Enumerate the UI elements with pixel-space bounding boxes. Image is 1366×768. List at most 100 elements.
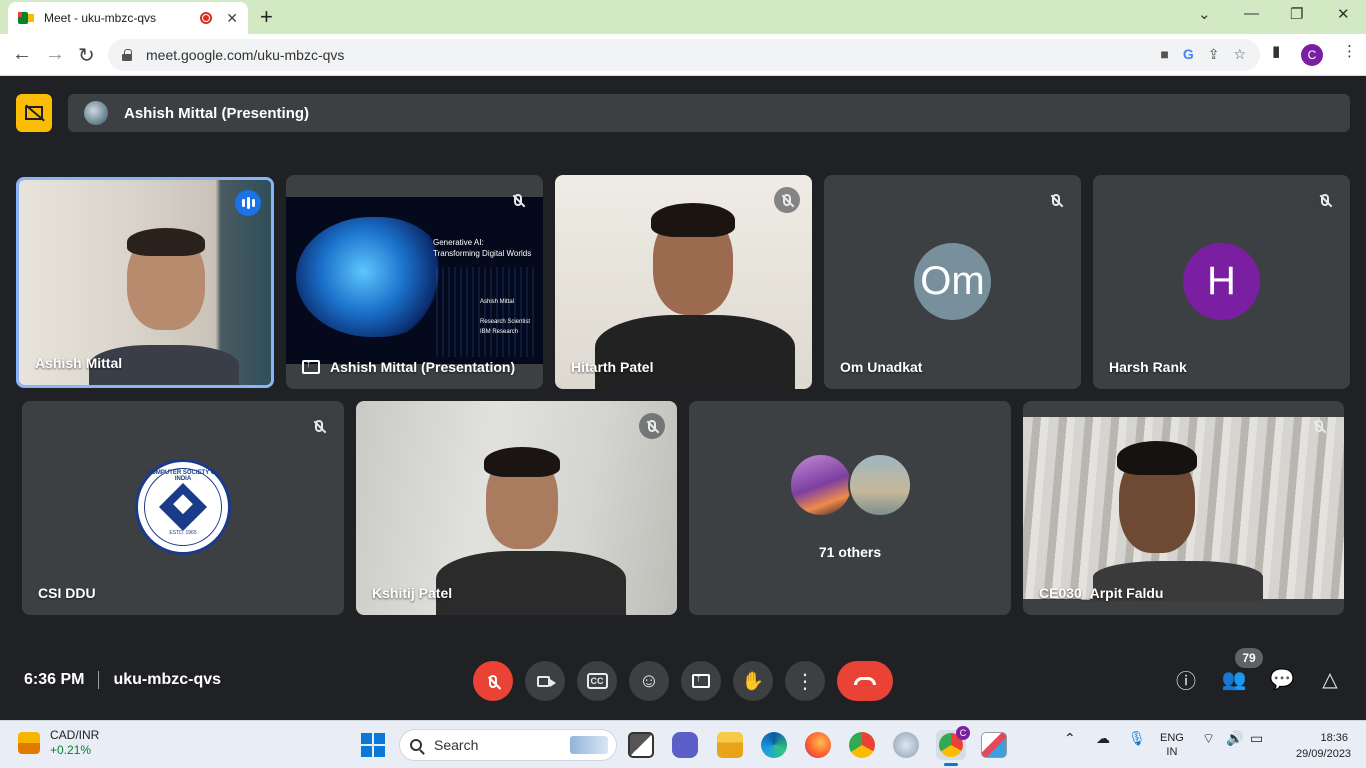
volume-muted-icon <box>505 187 531 213</box>
present-now-button[interactable] <box>681 661 721 701</box>
captions-button[interactable]: CC <box>577 661 617 701</box>
forward-button[interactable]: → <box>45 43 65 66</box>
settings-app-icon[interactable] <box>893 732 919 758</box>
search-icon <box>410 739 422 751</box>
microphone-in-use-icon[interactable]: 🎙 <box>1128 731 1146 745</box>
google-lens-icon[interactable]: G <box>1183 46 1194 63</box>
csi-logo: COMPUTER SOCIETY OF INDIA ESTD. 1965 <box>135 459 231 555</box>
chrome-icon[interactable] <box>849 732 875 758</box>
slide-presenter-info: Ashish Mittal Research Scientist IBM Resea… <box>480 297 530 337</box>
start-button[interactable] <box>361 733 385 757</box>
brain-graphic <box>296 217 446 337</box>
participant-tile-hitarth[interactable]: Hitarth Patel <box>555 175 812 389</box>
participant-name: CE030_Arpit Faldu <box>1039 585 1164 601</box>
profile-avatar[interactable]: C <box>1301 44 1323 66</box>
teams-chat-icon[interactable] <box>672 732 698 758</box>
taskbar-search[interactable]: Search <box>399 729 617 761</box>
participant-name: Harsh Rank <box>1109 359 1187 375</box>
participant-tile-presentation[interactable]: Generative AI: Transforming Digital World… <box>286 175 543 389</box>
csi-logo-text: COMPUTER SOCIETY OF INDIA <box>146 470 220 482</box>
lock-icon[interactable] <box>122 49 132 61</box>
people-button[interactable]: 👥 <box>1220 665 1248 693</box>
meeting-details: 6:36 PM uku-mbzc-qvs <box>24 671 221 689</box>
presenter-avatar <box>84 101 108 125</box>
slide-role-line2: IBM Research <box>480 329 519 335</box>
reload-button[interactable]: ↻ <box>78 43 95 68</box>
taskbar-clock[interactable]: 18:36 29/09/2023 <box>1296 730 1352 762</box>
address-url[interactable]: meet.google.com/uku-mbzc-qvs <box>146 47 344 63</box>
presenting-banner[interactable]: Ashish Mittal (Presenting) <box>68 94 1350 132</box>
participant-tile-om[interactable]: Om Om Unadkat <box>824 175 1081 389</box>
slide-role-line1: Research Scientist <box>480 319 531 325</box>
language-indicator[interactable]: ENG IN <box>1160 731 1184 759</box>
participant-tile-others[interactable]: 71 others <box>689 401 1011 615</box>
edge-icon[interactable] <box>761 732 787 758</box>
task-view-icon[interactable] <box>628 732 654 758</box>
clock-date: 29/09/2023 <box>1296 748 1352 760</box>
mic-muted-icon <box>1312 187 1338 213</box>
participant-name: Hitarth Patel <box>571 359 654 375</box>
camera-toggle-button[interactable] <box>525 661 565 701</box>
stock-icon <box>18 732 40 754</box>
more-options-button[interactable]: ⋮ <box>785 661 825 701</box>
chat-button[interactable]: 💬 <box>1268 665 1296 693</box>
present-icon <box>692 672 710 688</box>
search-label: Search <box>434 737 479 753</box>
participant-tile-ashish[interactable]: Ashish Mittal <box>16 177 274 388</box>
participant-tile-csi[interactable]: COMPUTER SOCIETY OF INDIA ESTD. 1965 CSI… <box>22 401 344 615</box>
tab-close-button[interactable]: ✕ <box>226 10 238 27</box>
chat-icon: 💬 <box>1269 668 1295 691</box>
raise-hand-button[interactable]: ✋ <box>733 661 773 701</box>
presentation-indicator-icon[interactable] <box>16 94 52 132</box>
browser-tab-meet[interactable]: Meet - uku-mbzc-qvs ✕ <box>8 2 248 34</box>
slide-presenter: Ashish Mittal <box>480 299 515 305</box>
meeting-details-button[interactable]: ⓘ <box>1172 665 1200 693</box>
battery-icon[interactable]: ▭ <box>1250 731 1263 745</box>
speaking-indicator-icon <box>235 190 261 216</box>
participant-tile-harsh[interactable]: H Harsh Rank <box>1093 175 1350 389</box>
others-avatar-2 <box>848 453 912 517</box>
minimize-button[interactable]: — <box>1244 5 1259 22</box>
activities-icon: △ <box>1322 668 1338 691</box>
snipping-tool-icon[interactable] <box>981 732 1007 758</box>
volume-icon[interactable]: 🔊 <box>1226 731 1243 745</box>
address-bar[interactable]: meet.google.com/uku-mbzc-qvs ■ G ⇪ ☆ <box>108 39 1260 71</box>
chrome-active-icon[interactable]: C <box>936 726 970 766</box>
onedrive-cloud-icon[interactable]: ☁ <box>1096 731 1110 745</box>
menu-kebab-icon[interactable]: ⋮ <box>1342 42 1357 60</box>
file-explorer-icon[interactable] <box>717 732 743 758</box>
mic-toggle-button[interactable] <box>473 661 513 701</box>
mic-muted-icon <box>639 413 665 439</box>
share-icon[interactable]: ⇪ <box>1208 46 1220 63</box>
recording-indicator-icon <box>200 12 213 24</box>
participant-avatar: Om <box>914 243 991 320</box>
search-highlight-icon <box>570 736 608 754</box>
bookmark-star-icon[interactable]: ☆ <box>1233 46 1246 63</box>
tab-search-chevron-icon[interactable]: ⌄ <box>1198 5 1211 23</box>
camera-in-use-icon[interactable]: ■ <box>1160 46 1168 63</box>
meeting-time: 6:36 PM <box>24 671 85 688</box>
reactions-button[interactable]: ☺ <box>629 661 669 701</box>
meet-stage: Ashish Mittal (Presenting) Ashish Mittal… <box>0 77 1366 720</box>
presentation-slide: Generative AI: Transforming Digital World… <box>286 197 543 364</box>
phone-hangup-icon <box>854 677 876 685</box>
camera-icon <box>536 675 556 687</box>
new-tab-button[interactable]: + <box>260 4 273 30</box>
ticker-widget[interactable]: CAD/INR +0.21% <box>18 728 99 758</box>
participant-tile-kshitij[interactable]: Kshitij Patel <box>356 401 677 615</box>
side-panel-icon[interactable]: ▮ <box>1272 42 1280 60</box>
presentation-name: Ashish Mittal (Presentation) <box>330 359 516 375</box>
presenting-label: Ashish Mittal (Presenting) <box>124 104 310 122</box>
participant-tile-arpit[interactable]: CE030_Arpit Faldu <box>1023 401 1344 615</box>
restore-button[interactable]: ❐ <box>1290 5 1303 23</box>
window-close-button[interactable]: ✕ <box>1337 5 1350 23</box>
captions-icon: CC <box>586 673 608 689</box>
activities-button[interactable]: △ <box>1316 665 1344 693</box>
leave-call-button[interactable] <box>837 661 893 701</box>
more-vert-icon: ⋮ <box>795 670 815 693</box>
wifi-icon[interactable]: ⌔ <box>1202 731 1215 745</box>
people-icon: 👥 <box>1221 668 1247 691</box>
show-hidden-icons-chevron-icon[interactable]: ⌃ <box>1064 731 1076 745</box>
back-button[interactable]: ← <box>12 43 32 66</box>
firefox-icon[interactable] <box>805 732 831 758</box>
